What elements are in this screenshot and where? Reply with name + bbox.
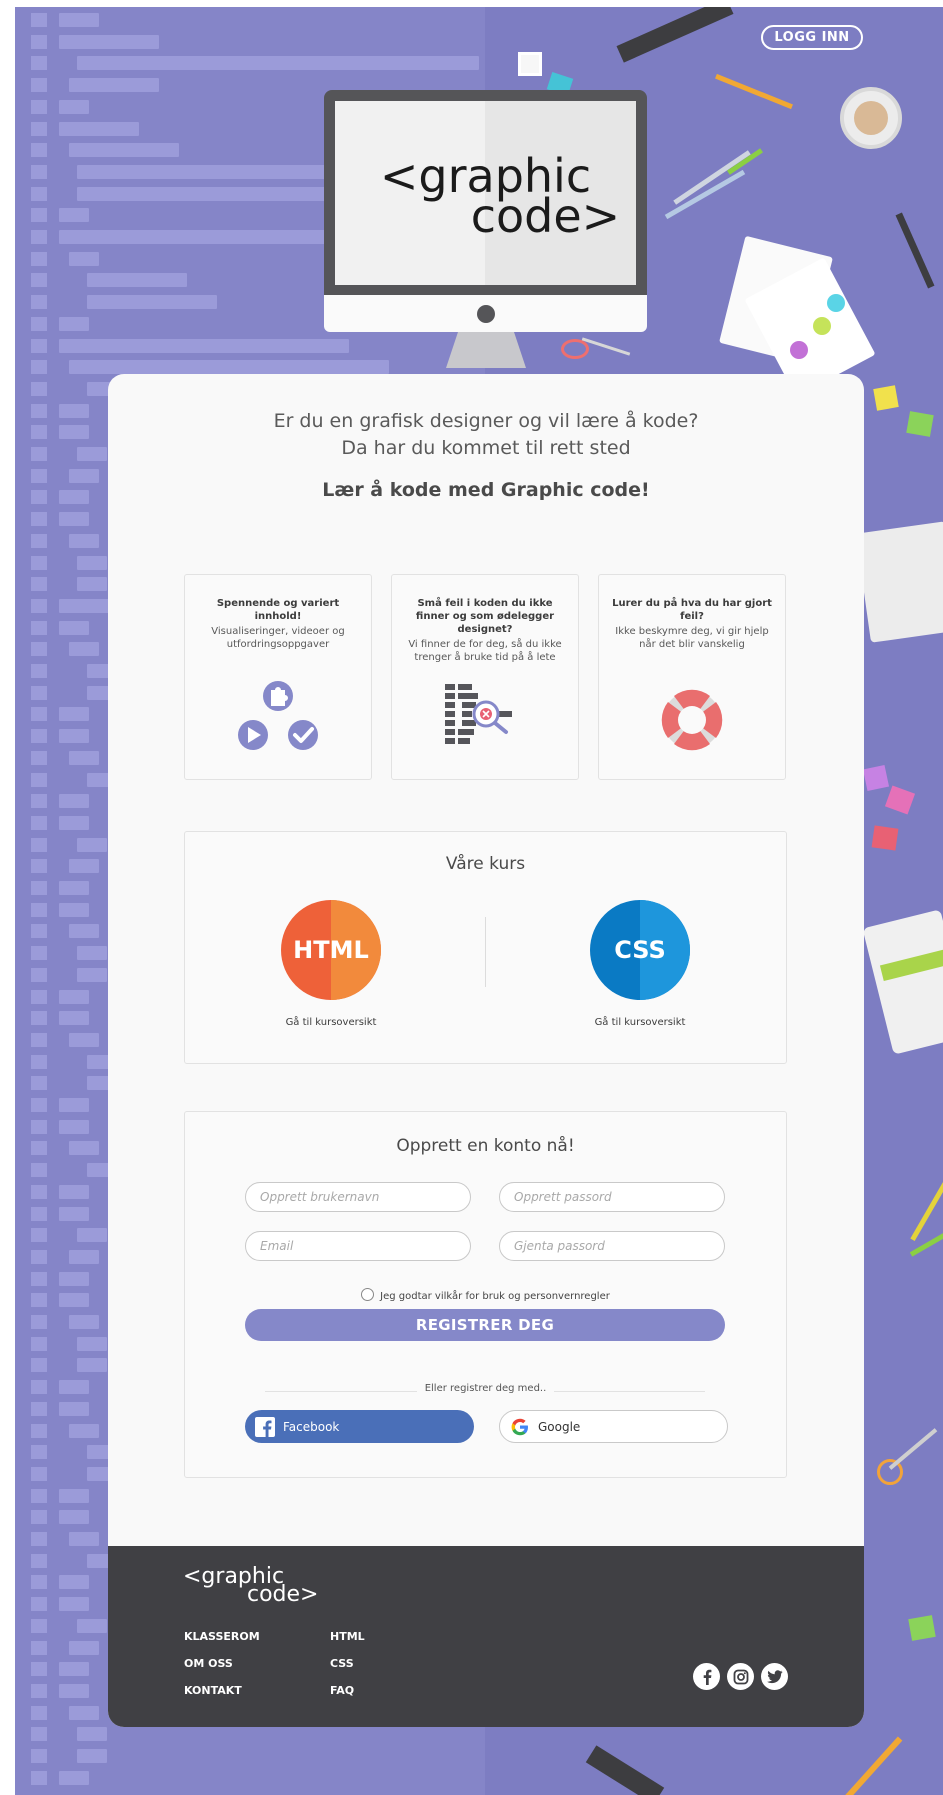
feature-title: Spennende og variert innhold! xyxy=(216,598,340,622)
feature-text: Visualiseringer, videoer og utfordringso… xyxy=(211,626,345,650)
html-course-link[interactable]: Gå til kursoversikt xyxy=(231,1017,431,1028)
register-button[interactable]: REGISTRER DEG xyxy=(245,1309,725,1341)
course-label: CSS xyxy=(614,936,666,964)
feature-card: Spennende og variert innhold! Visualiser… xyxy=(184,574,372,780)
css-course-badge[interactable]: CSS xyxy=(590,900,690,1000)
signup-form: Opprett en konto nå! Jeg godtar vilkår f… xyxy=(184,1111,787,1478)
notebook-decoration xyxy=(855,521,943,643)
or-label: Eller registrer deg med.. xyxy=(416,1383,555,1394)
username-input[interactable] xyxy=(245,1182,471,1212)
feature-card: Lurer du på hva du har gjort feil? Ikke … xyxy=(598,574,786,780)
google-signup-button[interactable]: Google xyxy=(499,1410,728,1443)
email-input[interactable] xyxy=(245,1231,471,1261)
feature-title: Små feil i koden du ikke finner og som ø… xyxy=(415,598,555,635)
terms-row: Jeg godtar vilkår for bruk og personvern… xyxy=(185,1288,786,1302)
css-course-link[interactable]: Gå til kursoversikt xyxy=(540,1017,740,1028)
scissors-decoration xyxy=(561,339,589,359)
feature-title: Lurer du på hva du har gjort feil? xyxy=(612,598,772,622)
html-course-badge[interactable]: HTML xyxy=(281,900,381,1000)
hero-intro: Er du en grafisk designer og vil lære å … xyxy=(108,408,864,462)
feature-text: Ikke beskymre deg, vi gir hjelp når det … xyxy=(615,626,769,650)
coffee-cup-decoration xyxy=(840,87,902,149)
footer-link-kontakt[interactable]: KONTAKT xyxy=(184,1684,242,1697)
hero-tagline: Lær å kode med Graphic code! xyxy=(322,479,650,501)
hero-question: Er du en grafisk designer og vil lære å … xyxy=(273,410,699,432)
courses-title: Våre kurs xyxy=(445,854,526,874)
feature-text: Vi finner de for deg, så du ikke trenger… xyxy=(408,639,562,663)
monitor-stand xyxy=(446,332,526,368)
footer-logo[interactable]: <graphic code> xyxy=(183,1566,319,1606)
footer-link-html[interactable]: HTML xyxy=(330,1630,365,1643)
google-label: Google xyxy=(538,1419,581,1434)
facebook-signup-button[interactable]: Facebook xyxy=(245,1410,474,1443)
facebook-icon xyxy=(255,1416,275,1437)
terms-radio[interactable] xyxy=(361,1288,375,1301)
facebook-icon[interactable] xyxy=(693,1663,720,1690)
twitter-icon[interactable] xyxy=(761,1663,788,1690)
terms-label: Jeg godtar vilkår for bruk og personvern… xyxy=(380,1291,610,1302)
puzzle-play-check-icon xyxy=(238,681,318,750)
lifebuoy-icon xyxy=(661,689,723,751)
monitor-screen: <graphic code> xyxy=(335,101,636,285)
login-button[interactable]: LOGG INN xyxy=(761,25,863,50)
repeat-password-input[interactable] xyxy=(499,1231,725,1261)
monitor-illustration: <graphic code> xyxy=(324,90,647,332)
instagram-icon[interactable] xyxy=(727,1663,754,1690)
footer-link-om-oss[interactable]: OM OSS xyxy=(184,1657,233,1670)
hero-subline: Da har du kommet til rett sted xyxy=(341,437,631,459)
main-card: Er du en grafisk designer og vil lære å … xyxy=(108,374,864,1727)
hero-logo: <graphic code> xyxy=(335,153,636,239)
password-input[interactable] xyxy=(499,1182,725,1212)
footer-link-klasserom[interactable]: KLASSEROM xyxy=(184,1630,260,1643)
course-label: HTML xyxy=(293,936,369,964)
monitor-button xyxy=(477,305,495,323)
footer-link-css[interactable]: CSS xyxy=(330,1657,354,1670)
footer: <graphic code> KLASSEROM OM OSS KONTAKT … xyxy=(108,1546,864,1727)
courses-section: Våre kurs HTML Gå til kursoversikt CSS G… xyxy=(184,831,787,1064)
google-icon xyxy=(510,1417,530,1437)
color-swatch-decoration xyxy=(518,52,542,76)
signup-title: Opprett en konto nå! xyxy=(396,1136,575,1156)
code-search-icon xyxy=(445,684,512,744)
facebook-label: Facebook xyxy=(283,1419,340,1434)
footer-link-faq[interactable]: FAQ xyxy=(330,1684,354,1697)
feature-card: Små feil i koden du ikke finner og som ø… xyxy=(391,574,579,780)
courses-divider xyxy=(485,917,486,987)
